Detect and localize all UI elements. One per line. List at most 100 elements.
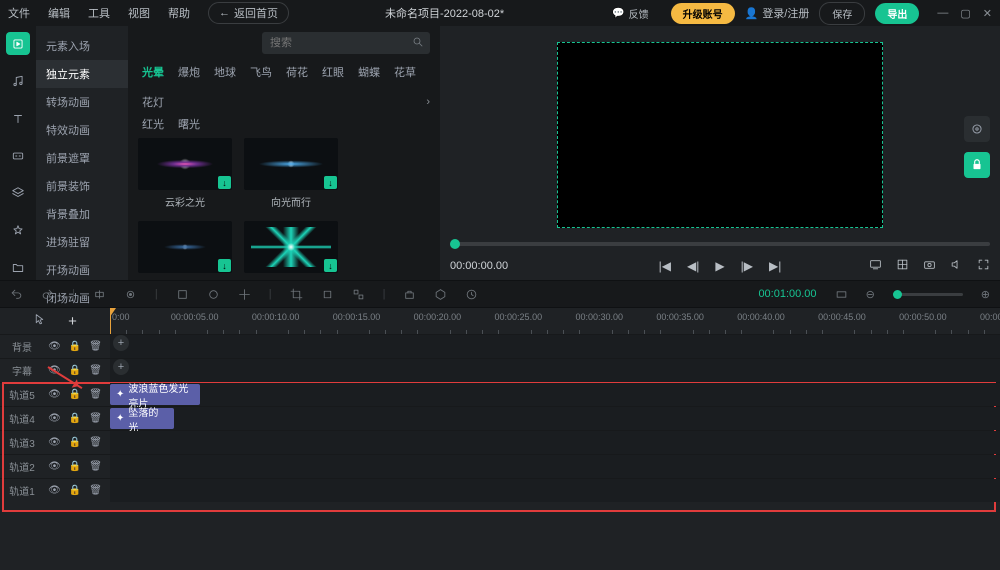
eye-icon[interactable]: 👁 <box>48 461 61 472</box>
caption-icon[interactable] <box>6 144 30 167</box>
trash-icon[interactable]: 🗑 <box>89 485 102 496</box>
split-button[interactable] <box>93 288 106 301</box>
menu-编辑[interactable]: 编辑 <box>48 5 70 21</box>
track-lane[interactable]: + <box>110 335 1000 358</box>
tool-g[interactable] <box>434 288 447 301</box>
category-item[interactable]: 进场驻留 <box>36 228 128 256</box>
track-lane[interactable]: + <box>110 359 1000 382</box>
menu-帮助[interactable]: 帮助 <box>168 5 190 21</box>
filter-tag[interactable]: 光晕 <box>142 64 164 80</box>
eye-icon[interactable]: 👁 <box>48 341 61 352</box>
trash-icon[interactable]: 🗑 <box>89 437 102 448</box>
login-button[interactable]: 👤 登录/注册 <box>745 5 810 21</box>
filter-tag[interactable]: 红眼 <box>322 64 344 80</box>
audio-icon[interactable] <box>6 69 30 92</box>
zoom-out-button[interactable]: ⊖ <box>866 288 875 301</box>
pointer-tool-icon[interactable] <box>33 313 46 329</box>
tool-c[interactable] <box>238 288 251 301</box>
search-box[interactable] <box>262 32 430 54</box>
playhead[interactable] <box>110 308 111 334</box>
text-icon[interactable] <box>6 107 30 130</box>
trash-icon[interactable]: 🗑 <box>89 389 102 400</box>
filter-tag[interactable]: 蝴蝶 <box>358 64 380 80</box>
grid-icon[interactable] <box>896 258 909 274</box>
filter-tag[interactable]: 地球 <box>214 64 236 80</box>
lock-icon[interactable]: 🔒 <box>69 485 81 496</box>
folder-icon[interactable] <box>6 257 30 280</box>
eye-icon[interactable]: 👁 <box>48 389 61 400</box>
tool-d[interactable] <box>321 288 334 301</box>
menu-文件[interactable]: 文件 <box>8 5 30 21</box>
category-item[interactable]: 前景装饰 <box>36 172 128 200</box>
feedback-button[interactable]: 💬 反馈 <box>600 3 660 24</box>
lock-icon[interactable]: 🔒 <box>69 437 81 448</box>
category-item[interactable]: 元素入场 <box>36 32 128 60</box>
filter-tag[interactable]: 飞鸟 <box>250 64 272 80</box>
timeline-ruler[interactable]: 0:0000:00:05.0000:00:10.0000:00:15.0000:… <box>110 308 1000 334</box>
tool-f[interactable] <box>403 288 416 301</box>
play-button[interactable]: ▶ <box>715 259 724 273</box>
lock-icon[interactable]: 🔒 <box>69 365 81 376</box>
category-item[interactable]: 特效动画 <box>36 116 128 144</box>
download-icon[interactable]: ↓ <box>218 176 231 189</box>
upgrade-button[interactable]: 升级账号 <box>671 3 735 24</box>
minimize-button[interactable]: — <box>937 7 948 20</box>
download-icon[interactable]: ↓ <box>324 259 337 272</box>
tool-a[interactable] <box>176 288 189 301</box>
plugin-icon[interactable] <box>6 219 30 242</box>
filter-tag[interactable]: 红光 <box>142 116 164 132</box>
track-lane[interactable] <box>110 455 1000 478</box>
lock-tool-button[interactable] <box>964 152 990 178</box>
add-clip-button[interactable]: + <box>113 335 129 351</box>
track-lane[interactable] <box>110 431 1000 454</box>
asset-thumb[interactable]: ↓夜光 <box>244 221 338 280</box>
download-icon[interactable]: ↓ <box>324 176 337 189</box>
lock-icon[interactable]: 🔒 <box>69 461 81 472</box>
zoom-slider[interactable] <box>893 293 963 296</box>
seek-handle[interactable] <box>450 239 460 249</box>
fullscreen-icon[interactable] <box>977 258 990 274</box>
tool-b[interactable] <box>207 288 220 301</box>
timeline-clip[interactable]: ✦波浪蓝色发光亮片 <box>110 384 200 405</box>
fit-button[interactable] <box>835 288 848 301</box>
step-forward-button[interactable]: |▶ <box>741 259 753 273</box>
trash-icon[interactable]: 🗑 <box>89 413 102 424</box>
redo-button[interactable] <box>41 288 54 301</box>
asset-thumb[interactable]: ↓向光而行 <box>244 138 338 209</box>
track-lane[interactable]: ✦坠落的光 <box>110 407 1000 430</box>
layers-icon[interactable] <box>6 182 30 205</box>
monitor-icon[interactable] <box>869 258 882 274</box>
category-item[interactable]: 独立元素 <box>36 60 128 88</box>
volume-icon[interactable] <box>950 258 963 274</box>
chevron-right-icon[interactable]: › <box>426 96 430 108</box>
record-button[interactable] <box>124 288 137 301</box>
category-item[interactable]: 开场动画 <box>36 256 128 284</box>
next-frame-button[interactable]: ▶| <box>769 259 781 273</box>
snapshot-icon[interactable] <box>923 258 936 274</box>
add-track-button[interactable]: + <box>68 313 77 330</box>
lock-icon[interactable]: 🔒 <box>69 341 81 352</box>
category-item[interactable]: 前景遮罩 <box>36 144 128 172</box>
export-button[interactable]: 导出 <box>875 3 919 24</box>
trash-icon[interactable]: 🗑 <box>89 365 102 376</box>
eye-icon[interactable]: 👁 <box>48 437 61 448</box>
search-input[interactable] <box>270 37 412 49</box>
timeline-clip[interactable]: ✦坠落的光 <box>110 408 174 429</box>
trash-icon[interactable]: 🗑 <box>89 461 102 472</box>
zoom-handle[interactable] <box>893 290 902 299</box>
asset-thumb[interactable]: ↓云彩之光 <box>138 138 232 209</box>
preview-canvas[interactable] <box>557 42 883 228</box>
preview-seekbar[interactable] <box>450 242 990 246</box>
filter-tag[interactable]: 曙光 <box>178 116 200 132</box>
close-button[interactable]: ✕ <box>983 7 992 20</box>
media-icon[interactable] <box>6 32 30 55</box>
step-back-button[interactable]: ◀| <box>687 259 699 273</box>
zoom-in-button[interactable]: ⊕ <box>981 288 990 301</box>
trash-icon[interactable]: 🗑 <box>89 341 102 352</box>
filter-tag[interactable]: 爆炮 <box>178 64 200 80</box>
filter-tag[interactable]: 花草 <box>394 64 416 80</box>
undo-button[interactable] <box>10 288 23 301</box>
menu-工具[interactable]: 工具 <box>88 5 110 21</box>
add-clip-button[interactable]: + <box>113 359 129 375</box>
prev-frame-button[interactable]: |◀ <box>659 259 671 273</box>
